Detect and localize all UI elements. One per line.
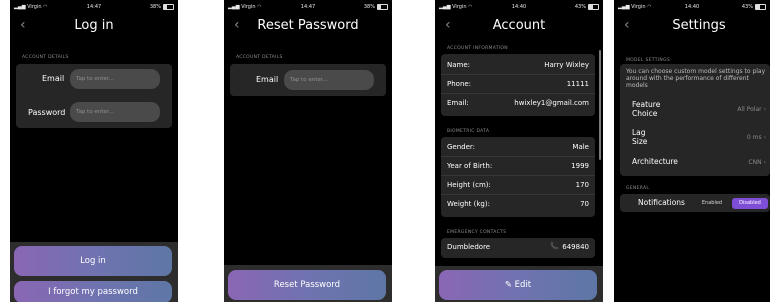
architecture-label: Architecture	[632, 157, 678, 166]
edit-label: Edit	[514, 280, 532, 290]
status-bar: ▂▄▆ Virgin ◠ 14:47 38%	[10, 0, 178, 14]
status-bar: ▂▄▆ Virgin ◠ 14:40 43%	[435, 0, 603, 14]
bio-value: 1999	[571, 162, 589, 170]
login-button[interactable]: Log in	[14, 246, 172, 276]
login-screen: ▂▄▆ Virgin ◠ 14:47 38% ‹ Log in ACCOUNT …	[10, 0, 178, 302]
bio-key: Height (cm):	[447, 181, 491, 189]
account-screen: ▂▄▆ Virgin ◠ 14:40 43% ‹ Account ACCOUNT…	[435, 0, 603, 302]
contact-phone: 649840	[562, 243, 589, 251]
battery-icon	[377, 4, 388, 10]
status-bar: ▂▄▆ Virgin ◠ 14:40 43%	[614, 0, 770, 14]
bio-value: Male	[572, 143, 589, 151]
section-label-account-info: ACCOUNT INFORMATION	[447, 46, 508, 51]
bottom-actions: ✎ Edit	[435, 266, 603, 302]
nav-header: ‹ Settings	[614, 14, 770, 40]
notifications-disabled-toggle[interactable]: Disabled	[732, 198, 768, 209]
status-bar: ▂▄▆ Virgin ◠ 14:47 38%	[224, 0, 392, 14]
bio-key: Weight (kg):	[447, 200, 490, 208]
notifications-enabled-toggle[interactable]: Enabled	[694, 198, 730, 209]
info-value: 11111	[566, 80, 589, 88]
notifications-label: Notifications	[638, 198, 685, 207]
lag-size-row[interactable]: Lag Size 0 ms ›	[620, 126, 770, 152]
page-title: Account	[492, 18, 546, 33]
password-field[interactable]: Tap to enter...	[70, 102, 160, 122]
chevron-right-icon: ›	[763, 134, 766, 141]
email-field[interactable]: Tap to enter...	[70, 69, 160, 89]
account-details-panel: Email Tap to enter...	[230, 64, 386, 96]
scrollbar[interactable]	[599, 50, 601, 160]
feature-choice-row[interactable]: Feature Choice All Polar ›	[620, 97, 770, 123]
architecture-value: CNN ›	[748, 159, 766, 166]
architecture-row[interactable]: Architecture CNN ›	[620, 154, 770, 172]
phone-icon: 📞	[550, 242, 559, 250]
lag-value: 0 ms ›	[746, 134, 766, 141]
reset-password-button[interactable]: Reset Password	[228, 270, 386, 300]
feature-label-line2: Choice	[632, 109, 658, 118]
battery-indicator: 38%	[150, 4, 174, 10]
lag-label-line1: Lag	[632, 128, 646, 137]
bio-row-year: Year of Birth: 1999	[441, 157, 595, 176]
nav-header: ‹ Account	[435, 14, 603, 40]
emergency-contact-row[interactable]: Dumbledore 📞 649840	[441, 238, 595, 258]
info-row-phone: Phone: 11111	[441, 75, 595, 94]
info-row-email: Email: hwixley1@gmail.com	[441, 94, 595, 112]
battery-icon	[755, 4, 766, 10]
email-label: Email	[42, 74, 65, 83]
info-row-name: Name: Harry Wixley	[441, 56, 595, 75]
feature-label-line1: Feature	[632, 100, 661, 109]
battery-icon	[588, 4, 599, 10]
reset-password-screen: ▂▄▆ Virgin ◠ 14:47 38% ‹ Reset Password …	[224, 0, 392, 302]
email-field[interactable]: Tap to enter...	[284, 70, 374, 90]
password-label: Password	[28, 108, 66, 117]
chevron-right-icon: ›	[763, 159, 766, 166]
lag-label-line2: Size	[632, 137, 648, 146]
page-title: Log in	[74, 18, 114, 33]
general-panel: Notifications Enabled Disabled	[620, 194, 770, 212]
nav-header: ‹ Reset Password	[224, 14, 392, 40]
model-settings-panel: You can choose custom model settings to …	[620, 64, 770, 176]
chevron-right-icon: ›	[763, 106, 766, 113]
model-description: You can choose custom model settings to …	[626, 68, 766, 89]
email-label: Email	[256, 75, 279, 84]
page-title: Settings	[672, 18, 726, 33]
battery-indicator: 43%	[575, 4, 599, 10]
battery-indicator: 43%	[742, 4, 766, 10]
section-label-account-details: ACCOUNT DETAILS	[236, 55, 283, 60]
biometric-panel: Gender: Male Year of Birth: 1999 Height …	[441, 137, 595, 217]
feature-value: All Polar ›	[737, 106, 766, 113]
section-label-biometric: BIOMETRIC DATA	[447, 129, 490, 134]
bottom-actions: Log in I forgot my password	[10, 242, 178, 302]
info-key: Name:	[447, 61, 471, 69]
bottom-actions: Reset Password	[224, 265, 392, 302]
info-value: Harry Wixley	[544, 61, 589, 69]
nav-header: ‹ Log in	[10, 14, 178, 40]
bio-row-gender: Gender: Male	[441, 138, 595, 157]
battery-indicator: 38%	[364, 4, 388, 10]
bio-key: Gender:	[447, 143, 476, 151]
forgot-password-button[interactable]: I forgot my password	[14, 281, 172, 302]
section-label-emergency: EMERGENCY CONTACTS	[447, 230, 507, 235]
bio-value: 70	[580, 200, 589, 208]
bio-row-weight: Weight (kg): 70	[441, 195, 595, 213]
battery-icon	[163, 4, 174, 10]
settings-screen: ▂▄▆ Virgin ◠ 14:40 43% ‹ Settings MODEL …	[614, 0, 770, 302]
info-key: Phone:	[447, 80, 472, 88]
account-details-panel: Email Tap to enter... Password Tap to en…	[16, 64, 172, 128]
section-label-general: GENERAL	[626, 186, 650, 191]
bio-value: 170	[575, 181, 589, 189]
bio-row-height: Height (cm): 170	[441, 176, 595, 195]
page-title: Reset Password	[257, 18, 359, 33]
section-label-account-details: ACCOUNT DETAILS	[22, 55, 69, 60]
section-label-model-settings: MODEL SETTINGS	[626, 58, 671, 63]
contact-name: Dumbledore	[447, 243, 491, 251]
info-key: Email:	[447, 99, 469, 107]
edit-button[interactable]: ✎ Edit	[439, 270, 597, 300]
pencil-icon: ✎	[504, 280, 512, 290]
bio-key: Year of Birth:	[447, 162, 493, 170]
info-value: hwixley1@gmail.com	[514, 99, 589, 107]
account-info-panel: Name: Harry Wixley Phone: 11111 Email: h…	[441, 54, 595, 116]
